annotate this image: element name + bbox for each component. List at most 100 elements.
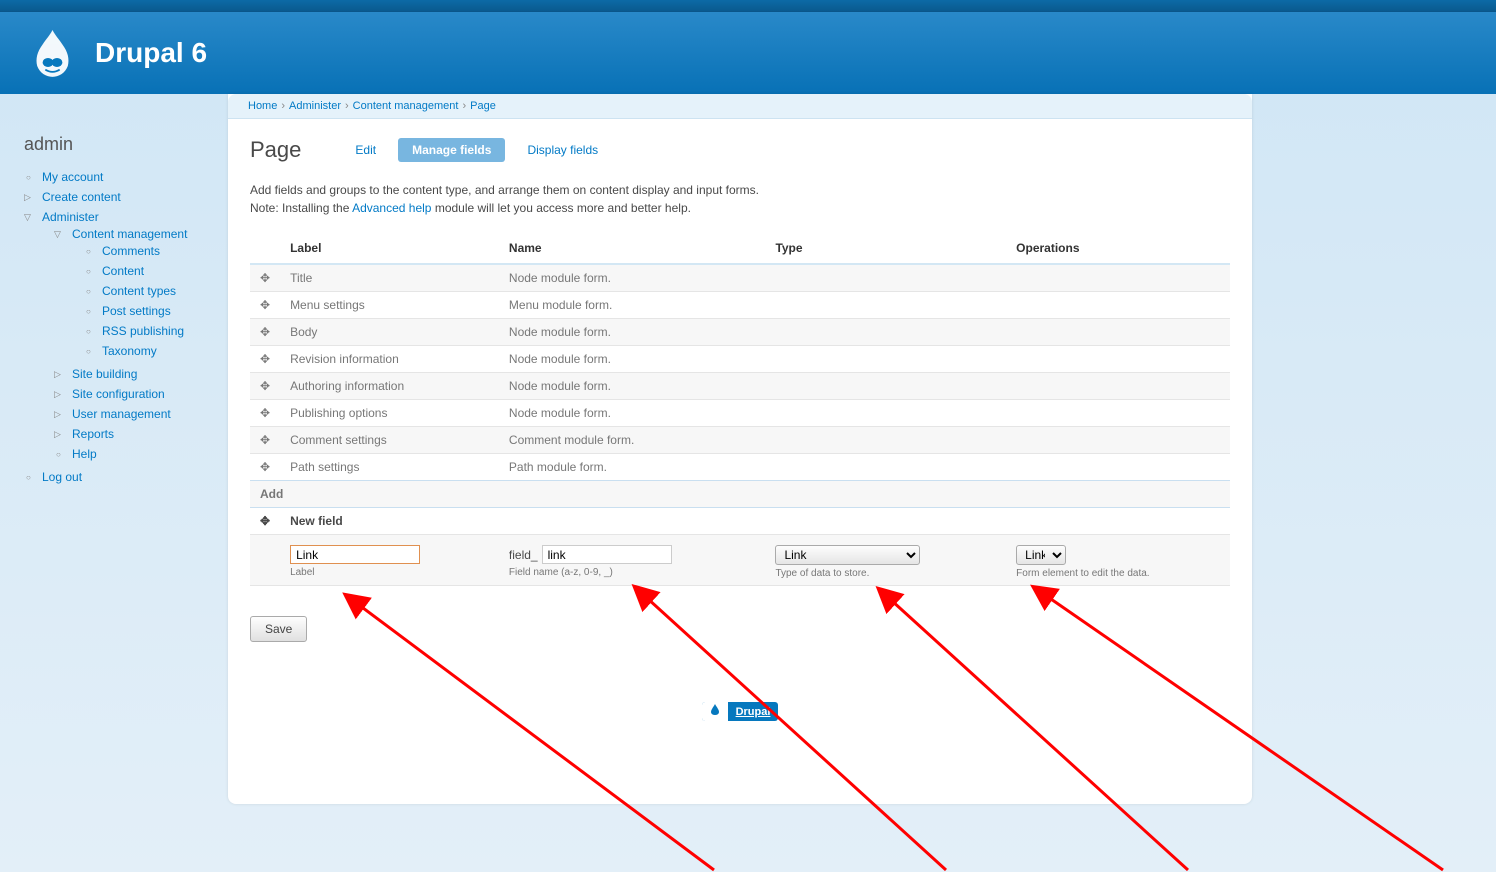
drupal-badge-icon: [702, 702, 728, 721]
drupal-badge-link[interactable]: Drupal: [702, 702, 779, 721]
save-button[interactable]: Save: [250, 616, 307, 642]
table-row: ✥Revision informationNode module form.: [250, 346, 1230, 373]
table-row: ✥BodyNode module form.: [250, 319, 1230, 346]
field-name-hint: Field name (a-z, 0-9, _): [509, 567, 756, 578]
sidebar-item: Log out: [24, 467, 210, 487]
site-header: Drupal 6: [0, 12, 1496, 94]
row-name: Node module form.: [499, 264, 766, 292]
table-row: ✥TitleNode module form.: [250, 264, 1230, 292]
sidebar-link[interactable]: Post settings: [102, 304, 171, 318]
sidebar-link[interactable]: Help: [72, 447, 97, 461]
row-name: Comment module form.: [499, 427, 766, 454]
field-label-input[interactable]: [290, 545, 420, 564]
col-operations: Operations: [1006, 233, 1230, 264]
sidebar: admin My account Create content Administer…: [0, 94, 228, 804]
breadcrumb: Home›Administer›Content management›Page: [228, 94, 1252, 119]
table-row: ✥Path settingsPath module form.: [250, 454, 1230, 481]
sidebar-link[interactable]: User management: [72, 407, 171, 421]
add-section-header: Add: [250, 481, 1230, 508]
field-name-input[interactable]: [542, 545, 672, 564]
sidebar-link[interactable]: Log out: [42, 470, 82, 484]
sidebar-link[interactable]: Create content: [42, 190, 121, 204]
sidebar-link[interactable]: Comments: [102, 244, 160, 258]
sidebar-item: Content types: [84, 281, 210, 301]
sidebar-item: Comments: [84, 241, 210, 261]
sidebar-item: RSS publishing: [84, 321, 210, 341]
drag-handle-icon[interactable]: ✥: [250, 373, 280, 400]
sidebar-item: AdministerContent managementCommentsCont…: [24, 207, 210, 467]
table-row: ✥Menu settingsMenu module form.: [250, 292, 1230, 319]
sidebar-item: User management: [54, 404, 210, 424]
breadcrumb-link[interactable]: Administer: [289, 100, 341, 112]
sidebar-link[interactable]: Content types: [102, 284, 176, 298]
sidebar-link[interactable]: Taxonomy: [102, 344, 157, 358]
sidebar-item: Site building: [54, 364, 210, 384]
row-name: Node module form.: [499, 346, 766, 373]
col-label: Label: [280, 233, 499, 264]
breadcrumb-current: Page: [470, 100, 496, 112]
advanced-help-link[interactable]: Advanced help: [352, 201, 431, 215]
sidebar-link[interactable]: My account: [42, 170, 103, 184]
tab[interactable]: Manage fields: [398, 138, 505, 162]
site-name: Drupal 6: [95, 37, 207, 69]
sidebar-link[interactable]: Site building: [72, 367, 137, 381]
drag-handle-icon[interactable]: ✥: [250, 427, 280, 454]
sidebar-link[interactable]: Site configuration: [72, 387, 165, 401]
intro-text-2: Note: Installing the Advanced help modul…: [250, 201, 1230, 215]
drupal-logo-icon: [30, 28, 75, 78]
row-label: Menu settings: [280, 292, 499, 319]
row-label: Authoring information: [280, 373, 499, 400]
drag-handle-icon[interactable]: ✥: [250, 319, 280, 346]
table-row: ✥Publishing optionsNode module form.: [250, 400, 1230, 427]
sidebar-link[interactable]: Administer: [42, 210, 99, 224]
row-name: Node module form.: [499, 400, 766, 427]
sidebar-item: Help: [54, 444, 210, 464]
sidebar-item: Create content: [24, 187, 210, 207]
sidebar-link[interactable]: Content: [102, 264, 144, 278]
main-content: Home›Administer›Content management›Page …: [228, 94, 1252, 804]
fields-table: Label Name Type Operations ✥TitleNode mo…: [250, 233, 1230, 586]
drag-handle-icon[interactable]: ✥: [250, 292, 280, 319]
drag-handle-icon[interactable]: ✥: [250, 400, 280, 427]
drag-handle-icon[interactable]: ✥: [250, 264, 280, 292]
table-row: ✥Authoring informationNode module form.: [250, 373, 1230, 400]
row-label: Path settings: [280, 454, 499, 481]
row-name: Node module form.: [499, 319, 766, 346]
page-title: Page: [250, 137, 301, 163]
sidebar-link[interactable]: Content management: [72, 227, 187, 241]
sidebar-item: Content: [84, 261, 210, 281]
sidebar-item: Taxonomy: [84, 341, 210, 361]
sidebar-title: admin: [24, 134, 210, 155]
sidebar-item: Site configuration: [54, 384, 210, 404]
tab[interactable]: Edit: [341, 138, 390, 162]
sidebar-item: Content management Comments Content Content…: [54, 224, 210, 364]
sidebar-link[interactable]: RSS publishing: [102, 324, 184, 338]
col-name: Name: [499, 233, 766, 264]
intro-text-1: Add fields and groups to the content typ…: [250, 183, 1230, 197]
row-label: Comment settings: [280, 427, 499, 454]
table-row: ✥Comment settingsComment module form.: [250, 427, 1230, 454]
sidebar-item: My account: [24, 167, 210, 187]
footer: Drupal: [250, 642, 1230, 751]
row-name: Menu module form.: [499, 292, 766, 319]
drag-handle-icon[interactable]: ✥: [250, 346, 280, 373]
field-widget-select[interactable]: Link: [1016, 545, 1066, 565]
field-type-select[interactable]: Link: [775, 545, 920, 565]
row-name: Node module form.: [499, 373, 766, 400]
drag-handle-icon[interactable]: ✥: [250, 454, 280, 481]
breadcrumb-link[interactable]: Content management: [353, 100, 459, 112]
breadcrumb-link[interactable]: Home: [248, 100, 277, 112]
row-label: Title: [280, 264, 499, 292]
new-field-label: New field: [280, 508, 1230, 535]
tab[interactable]: Display fields: [513, 138, 612, 162]
row-label: Publishing options: [280, 400, 499, 427]
row-label: Revision information: [280, 346, 499, 373]
drupal-badge-text: Drupal: [728, 704, 779, 720]
tabs: Edit Manage fields Display fields: [341, 138, 612, 162]
drag-handle-icon[interactable]: ✥: [250, 508, 280, 535]
col-type: Type: [765, 233, 1006, 264]
row-label: Body: [280, 319, 499, 346]
field-name-prefix: field_: [509, 548, 538, 562]
breadcrumb-separator: ›: [345, 100, 349, 112]
sidebar-link[interactable]: Reports: [72, 427, 114, 441]
